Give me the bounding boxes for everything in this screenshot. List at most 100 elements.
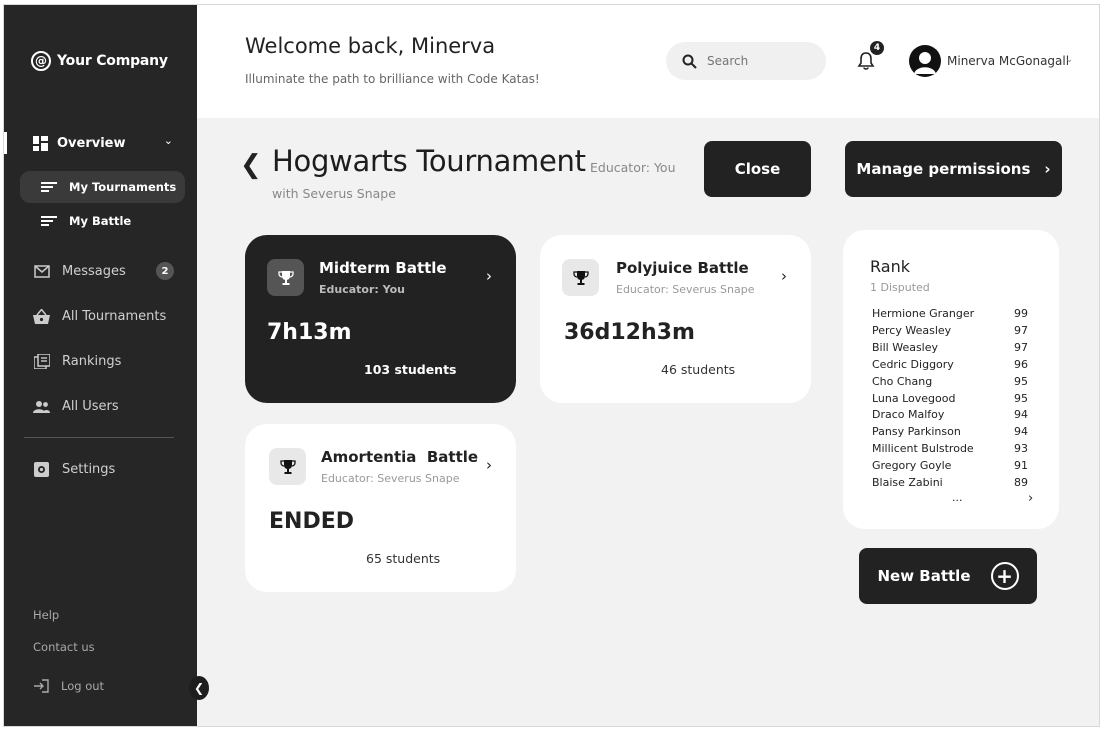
battle-status: ENDED [269, 509, 354, 534]
search-input[interactable] [707, 54, 807, 68]
rank-row: Bill Weasley 97 [872, 341, 1028, 357]
rank-student-score: 95 [1014, 391, 1028, 405]
user-name[interactable]: Minerva McGonagall [947, 54, 1069, 68]
manage-permissions-label: Manage permissions [856, 160, 1031, 178]
sidebar-item-all-users[interactable]: All Users [33, 396, 183, 416]
rank-student-name: Millicent Bulstrode [872, 442, 974, 456]
new-battle-button[interactable]: New Battle + [859, 548, 1037, 604]
company-name: Your Company [57, 53, 168, 69]
rank-row: Gregory Goyle 91 [872, 459, 1028, 475]
top-header: Welcome back, Minerva Illuminate the pat… [197, 5, 1099, 118]
rank-row: Blaise Zabini 89 [872, 476, 1028, 492]
chevron-right-icon[interactable]: › [1028, 491, 1033, 506]
page-title: Hogwarts Tournament [272, 144, 586, 178]
list-icon [41, 182, 57, 192]
rank-row: Millicent Bulstrode 93 [872, 442, 1028, 458]
rank-student-name: Percy Weasley [872, 323, 952, 337]
contact-link[interactable]: Contact us [33, 640, 95, 654]
logout-button[interactable]: Log out [33, 679, 104, 693]
trophy-icon [267, 259, 304, 296]
library-icon [33, 353, 50, 370]
rank-student-name: Hermione Granger [872, 307, 975, 320]
battle-card-polyjuice[interactable]: Polyjuice Battle Educator: Severus Snape… [540, 235, 811, 403]
rank-student-score: 89 [1014, 476, 1028, 489]
rank-student-name: Draco Malfoy [872, 408, 945, 422]
trophy-icon [562, 259, 599, 296]
back-arrow-icon[interactable]: ❮ [240, 150, 262, 180]
sidebar-item-label: Rankings [62, 353, 122, 369]
dashboard-icon [33, 135, 48, 151]
rank-student-score: 99 [1014, 307, 1028, 320]
sidebar: @ Your Company Overview ⌄ My Tournaments… [4, 5, 197, 726]
rank-student-name: Bill Weasley [872, 340, 939, 354]
sidebar-item-overview[interactable]: Overview ⌄ [33, 133, 173, 153]
welcome-title: Welcome back, Minerva [245, 34, 496, 58]
rank-student-score: 93 [1014, 442, 1028, 456]
chevron-right-icon[interactable]: › [486, 456, 492, 474]
avatar[interactable] [909, 45, 941, 77]
rank-student-name: Pansy Parkinson [872, 425, 961, 439]
notification-count-badge: 4 [868, 39, 886, 57]
chevron-down-icon[interactable]: ⌄ [164, 134, 173, 147]
chevron-right-icon[interactable]: › [486, 267, 492, 285]
rank-student-name: Luna Lovegood [872, 391, 956, 405]
sidebar-divider [24, 437, 174, 438]
trophy-icon [269, 448, 306, 485]
rank-student-score: 95 [1014, 374, 1028, 388]
rank-student-name: Gregory Goyle [872, 459, 952, 473]
logout-icon [34, 679, 49, 693]
help-link[interactable]: Help [33, 608, 59, 622]
battle-students: 103 students [364, 362, 457, 377]
rank-student-name: Cho Chang [872, 374, 933, 388]
battle-name: Polyjuice Battle [616, 259, 749, 277]
rank-student-name: Blaise Zabini [872, 476, 943, 489]
messages-count-badge: 2 [156, 262, 174, 280]
battle-card-amortentia[interactable]: Amortentia Battle Educator: Severus Snap… [245, 424, 516, 592]
battle-time-remaining: 36d12h3m [564, 320, 695, 345]
manage-permissions-button[interactable]: Manage permissions › [845, 141, 1062, 197]
rank-row: Pansy Parkinson 94 [872, 425, 1028, 441]
new-battle-label: New Battle [877, 567, 971, 585]
search-bar[interactable] [666, 42, 826, 80]
at-logo-icon: @ [31, 51, 51, 71]
collapse-sidebar-icon[interactable]: ❮ [189, 676, 209, 700]
rank-student-score: 97 [1014, 340, 1028, 354]
sidebar-item-messages[interactable]: Messages 2 [33, 261, 183, 281]
rank-disputed-count: 1 Disputed [870, 281, 930, 294]
sidebar-item-rankings[interactable]: Rankings [33, 351, 183, 371]
battle-name: Amortentia Battle [321, 448, 479, 466]
sidebar-item-all-tournaments[interactable]: All Tournaments [33, 306, 183, 326]
rank-student-name: Cedric Diggory [872, 357, 954, 371]
rank-student-score: 94 [1014, 425, 1028, 439]
battle-educator: Educator: Severus Snape [616, 283, 755, 296]
app-window: @ Your Company Overview ⌄ My Tournaments… [3, 4, 1100, 727]
rank-title: Rank [870, 257, 910, 276]
users-icon [33, 398, 50, 415]
tournament-educator: Educator: You [590, 160, 676, 175]
basket-icon [33, 308, 50, 325]
rank-student-score: 94 [1014, 408, 1028, 422]
logout-label: Log out [61, 679, 105, 693]
sidebar-subitem-my-battle[interactable]: My Battle [20, 205, 185, 237]
user-avatar-icon [914, 52, 936, 74]
battle-name: Midterm Battle [319, 259, 447, 277]
sidebar-item-label: All Tournaments [62, 308, 167, 324]
chevron-right-icon[interactable]: › [781, 267, 787, 285]
close-button[interactable]: Close [704, 141, 811, 197]
sidebar-subitem-my-tournaments[interactable]: My Tournaments [20, 171, 185, 203]
rank-row: Luna Lovegood 95 [872, 392, 1028, 408]
mail-icon [33, 263, 50, 280]
battle-educator: Educator: Severus Snape [321, 472, 460, 485]
battle-card-midterm[interactable]: Midterm Battle Educator: You › 7h13m 103… [245, 235, 516, 403]
search-icon [682, 54, 697, 69]
welcome-subtitle: Illuminate the path to brilliance with C… [245, 72, 540, 86]
tournament-co-educator: with Severus Snape [272, 186, 396, 201]
sidebar-item-settings[interactable]: Settings [33, 459, 183, 479]
company-logo[interactable]: @ Your Company [31, 51, 168, 71]
rank-row: Draco Malfoy 94 [872, 408, 1028, 424]
rank-panel: Rank 1 Disputed Hermione Granger 99 Percy … [843, 230, 1059, 529]
battle-students: 46 students [661, 362, 736, 377]
active-indicator [4, 132, 7, 154]
chevron-down-icon[interactable]: ⌄ [1065, 54, 1073, 65]
sidebar-subitem-label: My Tournaments [69, 180, 177, 194]
